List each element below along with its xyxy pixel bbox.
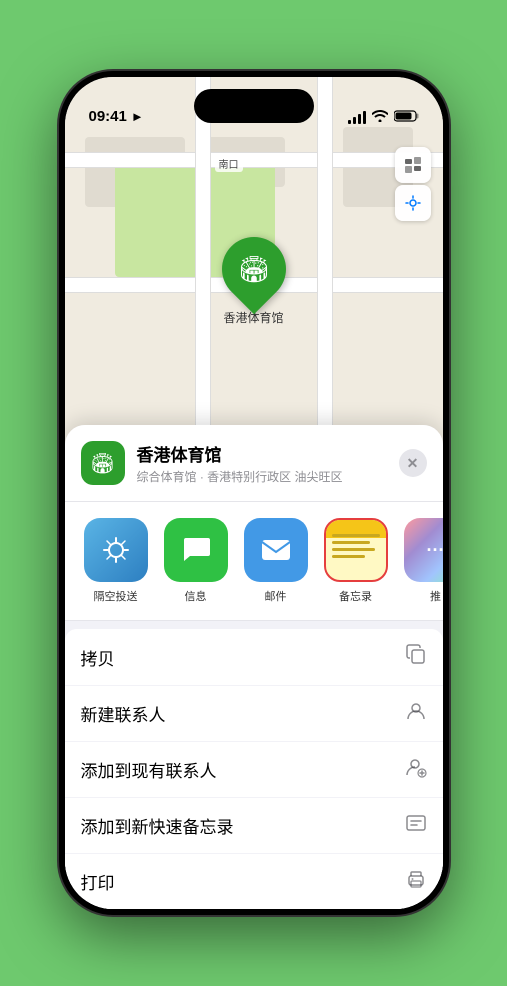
- close-button[interactable]: ✕: [399, 449, 427, 477]
- share-item-airdrop[interactable]: 隔空投送: [81, 518, 151, 604]
- signal-bars: [348, 111, 366, 124]
- signal-bar-2: [353, 117, 356, 124]
- notes-icon: [324, 518, 388, 582]
- mail-icon: [244, 518, 308, 582]
- map-south-gate-label: 南口: [215, 155, 243, 172]
- share-item-more[interactable]: ··· 推: [401, 518, 443, 604]
- bottom-sheet: 🏟 香港体育馆 综合体育馆 · 香港特别行政区 油尖旺区 ✕: [65, 425, 443, 909]
- action-print[interactable]: 打印: [65, 854, 443, 909]
- more-icon: ···: [404, 518, 443, 582]
- action-list: 拷贝 新建联系人: [65, 629, 443, 909]
- venue-info: 香港体育馆 综合体育馆 · 香港特别行政区 油尖旺区: [137, 441, 387, 485]
- status-time: 09:41: [89, 108, 127, 125]
- signal-bar-3: [358, 114, 361, 124]
- new-contact-icon: [405, 700, 427, 727]
- quick-note-label: 添加到新快速备忘录: [81, 813, 234, 838]
- location-pin: 🏟 香港体育馆: [222, 237, 286, 326]
- mail-label: 邮件: [265, 588, 287, 604]
- phone-frame: 09:41 ►: [59, 71, 449, 915]
- signal-bar-1: [348, 120, 351, 124]
- pin-stadium-icon: 🏟: [237, 254, 270, 285]
- wifi-icon: [372, 109, 388, 125]
- add-existing-icon: [405, 756, 427, 783]
- new-contact-label: 新建联系人: [81, 701, 166, 726]
- location-icon: ►: [131, 109, 144, 124]
- print-icon: [405, 868, 427, 895]
- airdrop-label: 隔空投送: [94, 588, 138, 604]
- venue-header: 🏟 香港体育馆 综合体育馆 · 香港特别行政区 油尖旺区 ✕: [65, 425, 443, 502]
- road-h1: [65, 152, 443, 168]
- map-type-button[interactable]: [395, 147, 431, 183]
- share-row: 隔空投送 信息: [65, 502, 443, 621]
- message-label: 信息: [185, 588, 207, 604]
- add-existing-label: 添加到现有联系人: [81, 757, 217, 782]
- venue-subtitle: 综合体育馆 · 香港特别行政区 油尖旺区: [137, 468, 387, 485]
- copy-icon: [405, 643, 427, 671]
- more-label: 推: [430, 588, 441, 604]
- map-controls: [395, 147, 431, 223]
- share-item-message[interactable]: 信息: [161, 518, 231, 604]
- share-item-mail[interactable]: 邮件: [241, 518, 311, 604]
- action-add-existing[interactable]: 添加到现有联系人: [65, 742, 443, 798]
- airdrop-icon: [84, 518, 148, 582]
- action-quick-note[interactable]: 添加到新快速备忘录: [65, 798, 443, 854]
- share-item-notes[interactable]: 备忘录: [321, 518, 391, 604]
- print-label: 打印: [81, 869, 115, 894]
- phone-screen: 09:41 ►: [65, 77, 443, 909]
- dynamic-island: [194, 89, 314, 123]
- signal-bar-4: [363, 111, 366, 124]
- location-button[interactable]: [395, 185, 431, 221]
- quick-note-icon: [405, 812, 427, 839]
- venue-icon: 🏟: [81, 441, 125, 485]
- pin-circle: 🏟: [208, 224, 299, 315]
- action-new-contact[interactable]: 新建联系人: [65, 686, 443, 742]
- venue-name: 香港体育馆: [137, 441, 387, 466]
- status-icons: [348, 109, 419, 125]
- message-icon: [164, 518, 228, 582]
- action-copy[interactable]: 拷贝: [65, 629, 443, 686]
- battery-icon: [394, 110, 419, 125]
- notes-label: 备忘录: [339, 588, 372, 604]
- copy-label: 拷贝: [81, 645, 115, 670]
